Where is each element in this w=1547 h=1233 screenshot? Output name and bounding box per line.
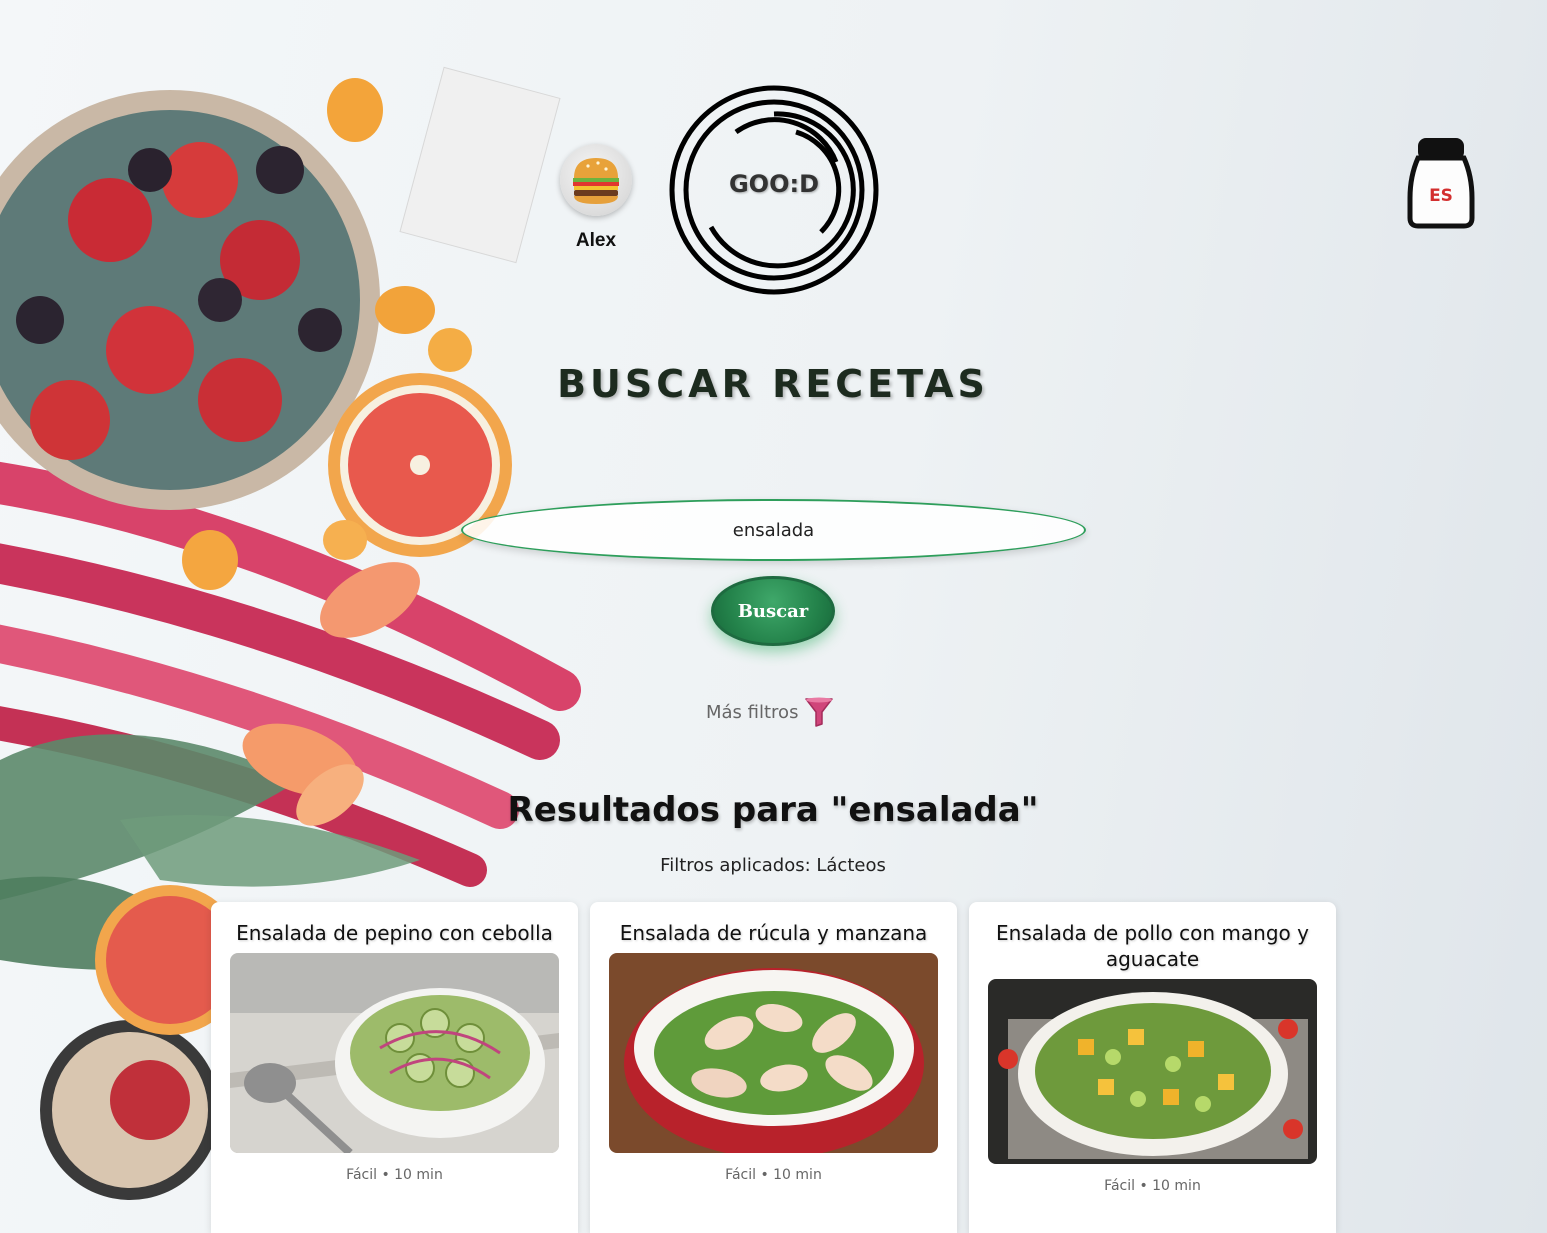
recipe-card[interactable]: Ensalada de rúcula y manzana Fácil • 10 … (590, 902, 957, 1233)
recipe-card-title: Ensalada de rúcula y manzana (619, 921, 928, 945)
recipe-card[interactable]: Ensalada de pepino con cebolla Fácil • 1… (211, 902, 578, 1233)
recipe-card-title: Ensalada de pepino con cebolla (236, 921, 553, 945)
salt-shaker-icon (1407, 138, 1475, 229)
burger-icon (573, 158, 619, 204)
app-logo[interactable]: GOO:D (666, 82, 882, 298)
language-label: ES (1429, 186, 1453, 206)
search-button[interactable]: Buscar (711, 576, 835, 646)
recipe-card-photo (399, 66, 561, 264)
berry-bowl (0, 90, 380, 510)
recipe-card-meta: Fácil • 10 min (346, 1167, 443, 1183)
search-input[interactable] (461, 499, 1086, 561)
more-filters-label: Más filtros (706, 701, 799, 723)
language-selector[interactable]: ES (1406, 136, 1476, 230)
page-title: BUSCAR RECETAS (557, 362, 989, 406)
spice-bowl (40, 1020, 220, 1200)
recipe-card-image (609, 953, 938, 1153)
recipe-card-image (988, 979, 1317, 1164)
funnel-icon (805, 697, 834, 727)
user-profile[interactable]: Alex (557, 144, 635, 252)
recipe-card-title: Ensalada de pollo con mango y aguacate (996, 921, 1309, 971)
recipe-card[interactable]: Ensalada de pollo con mango y aguacate F… (969, 902, 1336, 1233)
recipe-card-meta: Fácil • 10 min (725, 1167, 822, 1183)
more-filters-toggle[interactable]: Más filtros (706, 694, 834, 730)
filters-applied-text: Filtros aplicados: Lácteos (660, 855, 886, 876)
results-title: Resultados para "ensalada" (507, 790, 1039, 830)
user-name: Alex (575, 230, 617, 251)
user-avatar[interactable] (560, 144, 632, 216)
recipe-card-image (230, 953, 559, 1153)
recipe-card-meta: Fácil • 10 min (1104, 1178, 1201, 1194)
logo-text: GOO:D (728, 170, 820, 198)
